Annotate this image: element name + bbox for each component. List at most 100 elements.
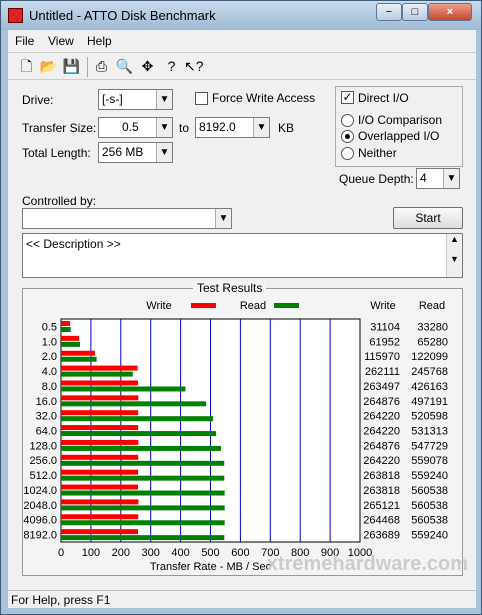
description-field[interactable]: << Description >> ▲ ▼: [22, 233, 463, 278]
context-help-icon[interactable]: ↖?: [184, 57, 204, 76]
read-value: 122099: [411, 351, 448, 363]
read-bar: [61, 475, 225, 481]
write-bar: [61, 365, 138, 371]
title-bar[interactable]: Untitled - ATTO Disk Benchmark − □ ×: [1, 1, 481, 30]
write-bar: [61, 380, 138, 386]
queue-depth-select[interactable]: 4 ▼: [416, 168, 460, 189]
new-file-icon[interactable]: 🗋: [17, 57, 36, 76]
write-bar: [61, 469, 139, 475]
write-value: 115970: [364, 351, 400, 363]
write-bar: [61, 439, 139, 445]
menu-view[interactable]: View: [48, 34, 74, 48]
test-results-panel: Test Results 0 100 200 300 400 500 600 700 800 90…: [22, 281, 463, 576]
total-length-value: 256 MB: [102, 145, 144, 159]
transfer-size-from-select[interactable]: 0.5 ▼: [98, 117, 173, 138]
y-tick-label: 0.5: [42, 321, 57, 333]
menu-bar: File View Help: [8, 30, 476, 51]
chevron-down-icon[interactable]: ▼: [443, 169, 459, 188]
write-value: 61952: [369, 336, 400, 348]
chevron-down-icon[interactable]: ▼: [156, 143, 172, 162]
read-bar: [61, 386, 186, 392]
total-length-select[interactable]: 256 MB ▼: [98, 142, 173, 163]
y-tick-label: 4.0: [42, 366, 57, 378]
kb-label: KB: [278, 121, 295, 135]
y-tick-label: 4096.0: [23, 515, 57, 527]
open-folder-icon[interactable]: 📂: [39, 57, 58, 76]
write-value: 265121: [363, 500, 400, 512]
read-value: 560538: [411, 485, 448, 497]
transfer-size-label: Transfer Size:: [22, 121, 97, 135]
legend-write-swatch: [191, 303, 216, 308]
write-bar: [61, 410, 139, 416]
status-text: For Help, press F1: [11, 593, 111, 607]
read-bar: [61, 490, 225, 496]
write-value: 264220: [363, 455, 400, 467]
queue-depth-label: Queue Depth:: [339, 172, 414, 186]
atto-app-icon: [8, 8, 23, 23]
read-value: 531313: [411, 426, 448, 438]
y-tick-label: 8192.0: [23, 530, 57, 542]
read-bar: [61, 520, 225, 526]
overlapped-io-radio[interactable]: [341, 130, 354, 143]
menu-help[interactable]: Help: [87, 34, 112, 48]
read-value: 520598: [411, 411, 448, 423]
transfer-size-to-select[interactable]: 8192.0 ▼: [195, 117, 270, 138]
chevron-down-icon[interactable]: ▼: [215, 209, 231, 228]
minimize-button[interactable]: −: [376, 3, 402, 21]
y-tick-label: 32.0: [36, 411, 57, 423]
read-bar: [61, 535, 225, 541]
drive-select[interactable]: [-s-] ▼: [98, 89, 173, 110]
chevron-down-icon[interactable]: ▼: [156, 118, 172, 137]
write-value: 263497: [363, 381, 400, 393]
read-bar: [61, 505, 225, 511]
read-bar: [61, 371, 133, 377]
force-write-checkbox[interactable]: [195, 92, 208, 105]
read-value: 559240: [411, 470, 448, 482]
direct-io-checkbox[interactable]: ✓: [341, 91, 354, 104]
read-value: 33280: [417, 321, 448, 333]
watermark-logo: xtremehardware.com: [238, 553, 468, 581]
toolbar: 🗋 📂 💾 ⎙ 🔍 ✥ ? ↖?: [8, 52, 476, 80]
total-length-label: Total Length:: [22, 146, 91, 160]
y-tick-label: 64.0: [36, 426, 57, 438]
window-title: Untitled - ATTO Disk Benchmark: [29, 8, 216, 23]
force-write-label: Force Write Access: [212, 91, 316, 105]
drive-value: [-s-]: [102, 92, 123, 106]
neither-radio[interactable]: [341, 147, 354, 160]
to-label: to: [179, 121, 190, 135]
description-text: << Description >>: [26, 237, 121, 251]
drive-label: Drive:: [22, 93, 54, 107]
write-value: 31104: [370, 321, 400, 333]
write-bar: [61, 484, 139, 490]
read-value: 560538: [411, 500, 448, 512]
read-value: 426163: [411, 381, 448, 393]
read-bar: [61, 341, 81, 347]
write-value: 264876: [363, 396, 400, 408]
controlled-by-select[interactable]: ▼: [22, 208, 232, 229]
benchmark-chart: 0 100 200 300 400 500 600 700 800 900 1000Transfer…: [23, 300, 448, 573]
print-icon[interactable]: ⎙: [92, 57, 111, 76]
chevron-down-icon[interactable]: ▼: [253, 118, 269, 137]
write-value: 264220: [363, 426, 400, 438]
close-button[interactable]: ×: [428, 3, 472, 21]
direct-io-label: Direct I/O: [358, 91, 409, 105]
write-value: 264876: [363, 440, 400, 452]
start-button[interactable]: Start: [393, 207, 463, 229]
save-icon[interactable]: 💾: [62, 57, 81, 76]
io-comparison-radio[interactable]: [341, 114, 354, 127]
chevron-down-icon[interactable]: ▼: [156, 90, 172, 109]
write-value: 262111: [365, 366, 400, 378]
description-scrollbar[interactable]: ▲ ▼: [446, 234, 462, 277]
y-tick-label: 8.0: [42, 381, 57, 393]
print-preview-icon[interactable]: 🔍: [115, 57, 134, 76]
read-bar: [61, 445, 221, 451]
read-column-header: Read: [419, 300, 445, 312]
maximize-button[interactable]: □: [402, 3, 428, 21]
y-tick-label: 2048.0: [23, 500, 57, 512]
x-tick-label: 300: [142, 547, 160, 559]
move-icon[interactable]: ✥: [138, 57, 157, 76]
help-icon[interactable]: ?: [162, 57, 181, 76]
read-bar: [61, 416, 214, 422]
write-bar: [61, 529, 138, 535]
menu-file[interactable]: File: [15, 34, 34, 48]
